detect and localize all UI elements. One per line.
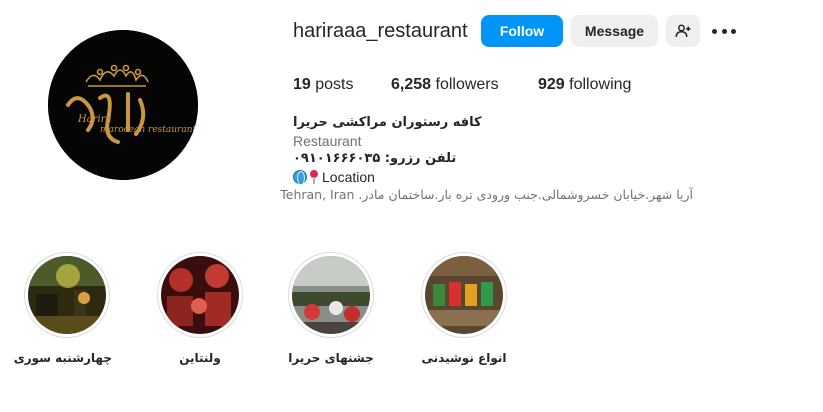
svg-text:Harira: Harira xyxy=(77,114,111,125)
location-pin-icon xyxy=(308,169,320,185)
highlight-cover xyxy=(425,256,503,334)
following-count: 929 xyxy=(538,76,565,93)
more-dot xyxy=(731,28,736,34)
globe-icon xyxy=(293,170,307,185)
highlight-ring xyxy=(288,252,374,338)
more-options-icon[interactable] xyxy=(712,22,736,40)
highlight-item[interactable]: جشنهای حریرا xyxy=(286,252,376,365)
more-dot xyxy=(721,28,727,34)
bio-address: آریا شهر.خیابان خسروشمالی.جنب ورودی تره … xyxy=(280,187,693,202)
location-label: Location xyxy=(322,169,375,185)
svg-text:marocean restaurant: marocean restaurant xyxy=(100,125,197,135)
following-stat[interactable]: 929 following xyxy=(538,76,631,94)
bio-name: کافه رستوران مراکشی حریرا xyxy=(293,115,482,130)
more-dot xyxy=(712,28,717,34)
follow-button[interactable]: Follow xyxy=(481,15,563,47)
story-highlights: چهارشنبه سوری ولنتاین جشنهای حریرا انواع… xyxy=(0,252,823,382)
following-label: following xyxy=(569,76,632,93)
profile-avatar[interactable]: Harira marocean restaurant xyxy=(48,30,198,180)
highlight-ring xyxy=(421,252,507,338)
profile-username: hariraaa_restaurant xyxy=(293,20,468,42)
message-button[interactable]: Message xyxy=(571,15,658,47)
posts-stat: 19 posts xyxy=(293,76,354,94)
highlight-label: چهارشنبه سوری xyxy=(13,351,112,365)
followers-count: 6,258 xyxy=(391,76,432,93)
highlight-cover xyxy=(161,256,239,334)
restaurant-logo: Harira marocean restaurant xyxy=(48,30,198,180)
highlight-label: انواع نوشیدنی xyxy=(421,351,507,365)
profile-bio: کافه رستوران مراکشی حریرا Restaurant تلف… xyxy=(280,114,693,204)
posts-count: 19 xyxy=(293,76,311,93)
suggest-accounts-button[interactable] xyxy=(666,15,700,47)
person-add-icon xyxy=(675,24,691,38)
followers-label: followers xyxy=(435,76,499,93)
highlight-ring xyxy=(157,252,243,338)
bio-location: Location xyxy=(293,168,693,186)
posts-label: posts xyxy=(315,76,354,93)
highlight-item[interactable]: چهارشنبه سوری xyxy=(13,252,112,365)
followers-stat[interactable]: 6,258 followers xyxy=(391,76,499,94)
highlight-label: جشنهای حریرا xyxy=(288,351,374,365)
bio-phone: تلفن رزرو: ۰۹۱۰۱۶۶۶۰۳۵ xyxy=(293,151,457,166)
highlight-item[interactable]: ولنتاین xyxy=(155,252,245,365)
highlight-item[interactable]: انواع نوشیدنی xyxy=(419,252,509,365)
highlight-ring xyxy=(24,252,110,338)
highlight-label: ولنتاین xyxy=(179,351,221,365)
bio-category: Restaurant xyxy=(293,133,362,149)
highlight-cover xyxy=(28,256,106,334)
highlight-cover xyxy=(292,256,370,334)
